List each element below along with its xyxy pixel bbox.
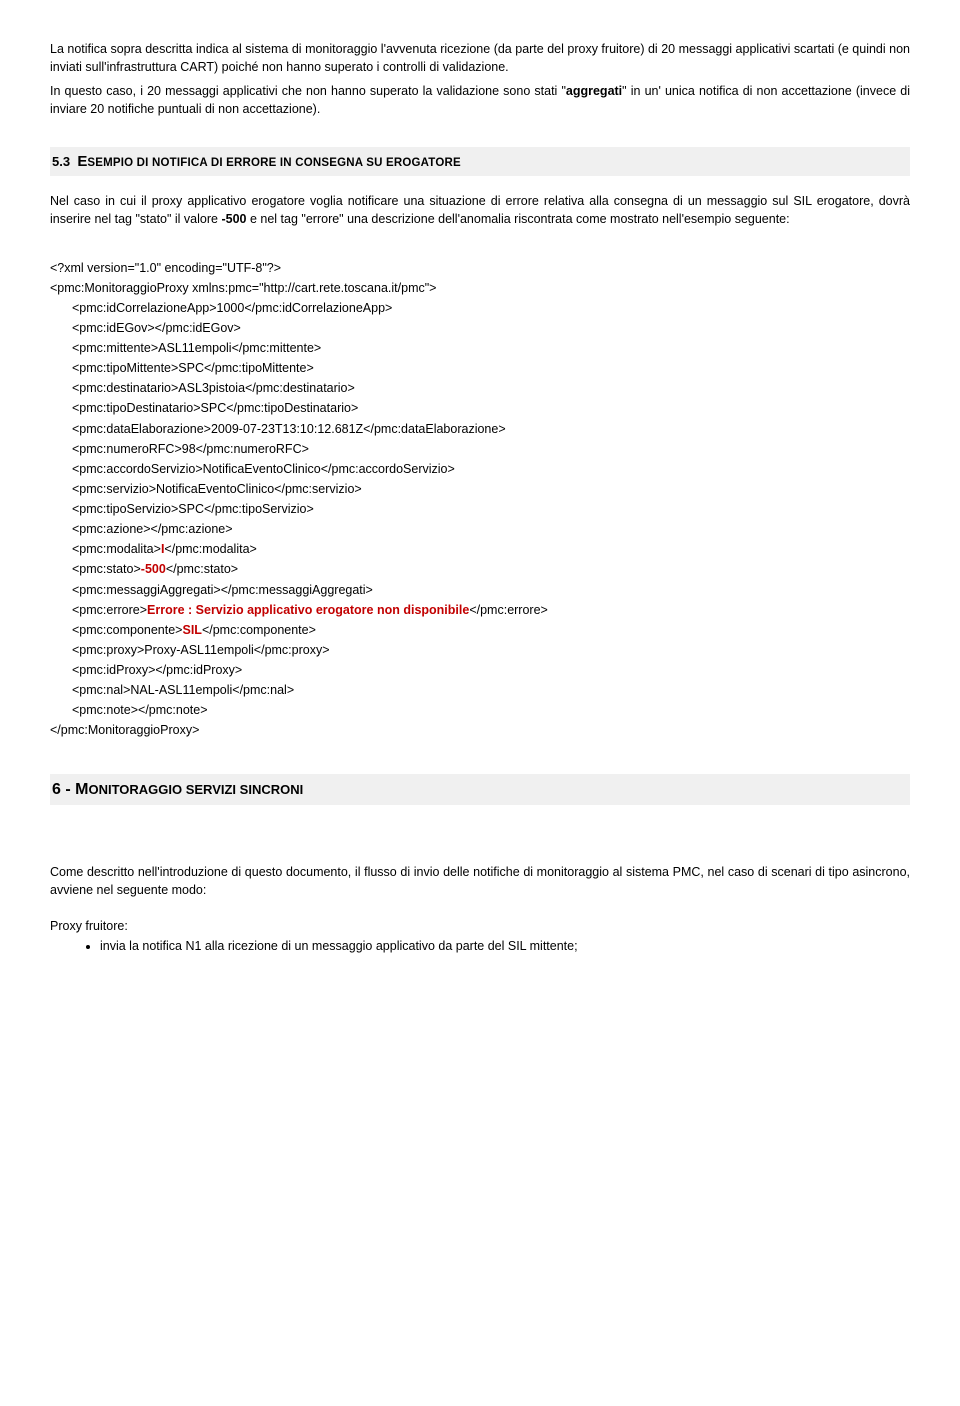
xml-line: <pmc:accordoServizio>NotificaEventoClini… — [50, 460, 910, 478]
xml-line: <pmc:numeroRFC>98</pmc:numeroRFC> — [50, 440, 910, 458]
intro-paragraph-1: La notifica sopra descritta indica al si… — [50, 40, 910, 76]
xml-line: <pmc:tipoServizio>SPC</pmc:tipoServizio> — [50, 500, 910, 518]
xml-line: </pmc:MonitoraggioProxy> — [50, 721, 910, 739]
xml-line: <pmc:nal>NAL-ASL11empoli</pmc:nal> — [50, 681, 910, 699]
section-5-3-intro: Nel caso in cui il proxy applicativo ero… — [50, 192, 910, 228]
xml-example-block: <?xml version="1.0" encoding="UTF-8"?> <… — [50, 259, 910, 740]
xml-line: <pmc:tipoDestinatario>SPC</pmc:tipoDesti… — [50, 399, 910, 417]
xml-line: <pmc:componente>SIL</pmc:componente> — [50, 621, 910, 639]
xml-line: <pmc:MonitoraggioProxy xmlns:pmc="http:/… — [50, 279, 910, 297]
xml-line: <pmc:modalita>I</pmc:modalita> — [50, 540, 910, 558]
xml-line: <pmc:tipoMittente>SPC</pmc:tipoMittente> — [50, 359, 910, 377]
section-5-3-heading: 5.3 ESEMPIO DI NOTIFICA DI ERRORE IN CON… — [50, 147, 910, 177]
xml-line: <pmc:proxy>Proxy-ASL11empoli</pmc:proxy> — [50, 641, 910, 659]
xml-line: <pmc:azione></pmc:azione> — [50, 520, 910, 538]
xml-line: <pmc:idEGov></pmc:idEGov> — [50, 319, 910, 337]
intro-paragraph-2: In questo caso, i 20 messaggi applicativ… — [50, 82, 910, 118]
xml-line: <pmc:note></pmc:note> — [50, 701, 910, 719]
xml-line: <pmc:idCorrelazioneApp>1000</pmc:idCorre… — [50, 299, 910, 317]
xml-line: <pmc:destinatario>ASL3pistoia</pmc:desti… — [50, 379, 910, 397]
proxy-fruitore-label: Proxy fruitore: — [50, 917, 910, 935]
proxy-fruitore-list: invia la notifica N1 alla ricezione di u… — [100, 937, 910, 955]
xml-line: <pmc:dataElaborazione>2009-07-23T13:10:1… — [50, 420, 910, 438]
xml-line: <pmc:servizio>NotificaEventoClinico</pmc… — [50, 480, 910, 498]
section-6-intro: Come descritto nell'introduzione di ques… — [50, 863, 910, 899]
section-6-heading: 6 - MONITORAGGIO SERVIZI SINCRONI — [50, 774, 910, 805]
xml-line: <pmc:mittente>ASL11empoli</pmc:mittente> — [50, 339, 910, 357]
xml-line: <?xml version="1.0" encoding="UTF-8"?> — [50, 259, 910, 277]
xml-line: <pmc:stato>-500</pmc:stato> — [50, 560, 910, 578]
list-item: invia la notifica N1 alla ricezione di u… — [100, 937, 910, 955]
xml-line: <pmc:messaggiAggregati></pmc:messaggiAgg… — [50, 581, 910, 599]
xml-line: <pmc:idProxy></pmc:idProxy> — [50, 661, 910, 679]
xml-line: <pmc:errore>Errore : Servizio applicativ… — [50, 601, 910, 619]
